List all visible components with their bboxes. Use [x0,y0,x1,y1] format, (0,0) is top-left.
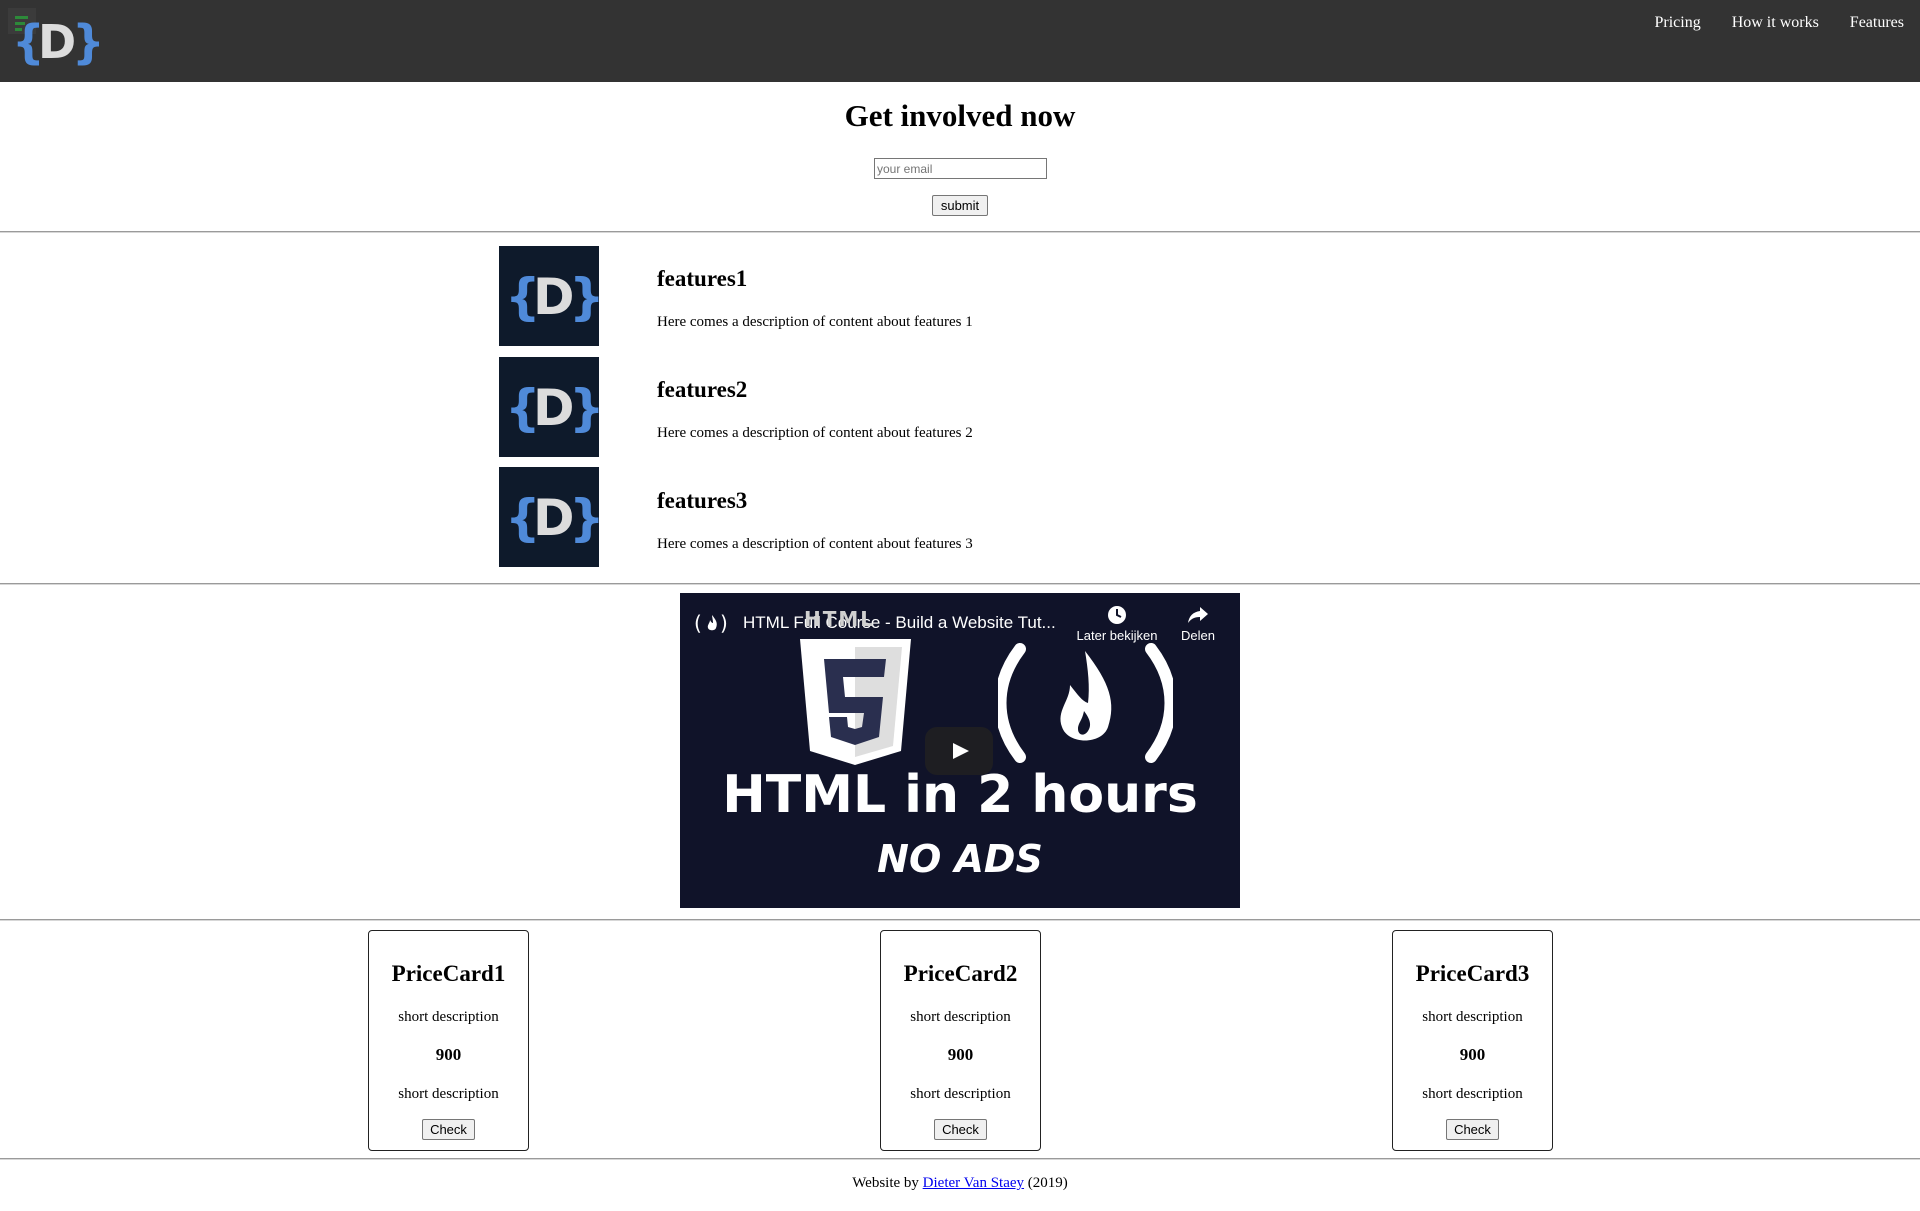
price-card-description: short description [398,1009,499,1025]
nav-how-it-works[interactable]: How it works [1732,14,1819,32]
price-card-title: PriceCard2 [903,961,1018,986]
thumb-label: HTML [804,607,876,631]
divider [0,919,1920,921]
nav-pricing[interactable]: Pricing [1654,14,1700,32]
email-input[interactable] [874,158,1047,179]
freecodecamp-large-icon [998,643,1173,763]
feature-image: { D } [499,246,605,346]
thumb-subline: NO ADS [877,837,1043,881]
share-label: Delen [1181,628,1215,643]
site-logo[interactable]: { D } [8,6,105,70]
logo-icon: { D } [505,268,605,326]
logo-icon: { D } [8,8,105,69]
site-header: { D } Pricing How it works Features [0,0,1920,82]
video-player[interactable]: ( ) HTML Full Course - Build a Website T… [680,593,1240,908]
video-title[interactable]: HTML Full Course - Build a Website Tut..… [743,613,1056,633]
divider [0,583,1920,585]
site-footer: Website by Dieter Van Staey (2019) [0,1175,1920,1192]
check-button[interactable]: Check [422,1119,475,1140]
price-card-description: short description [1422,1009,1523,1025]
feature-title: features1 [657,266,748,291]
thumb-headline: HTML in 2 hours [722,765,1198,825]
html5-shield-icon [800,639,911,765]
svg-text:}: } [569,489,599,547]
price-card-title: PriceCard1 [391,961,506,986]
submit-button[interactable]: submit [932,195,988,216]
feature-image: { D } [499,467,605,567]
price-card-title: PriceCard3 [1415,961,1530,986]
feature-description: Here comes a description of content abou… [657,314,973,330]
price-card: PriceCard1 short description 900 short d… [368,930,529,1151]
price-card-description: short description [398,1086,499,1102]
feature-description: Here comes a description of content abou… [657,425,973,441]
feature-title: features3 [657,488,748,513]
price-card-description: short description [1422,1086,1523,1102]
freecodecamp-icon: ( ) [694,611,728,635]
nav-features[interactable]: Features [1850,14,1904,32]
svg-text:}: } [569,268,599,326]
price-card-description: short description [910,1009,1011,1025]
price-card-price: 900 [1459,1045,1486,1064]
price-card: PriceCard2 short description 900 short d… [880,930,1041,1151]
svg-text:}: } [72,15,102,69]
check-button[interactable]: Check [934,1119,987,1140]
svg-text:}: } [569,379,599,437]
price-card-price: 900 [947,1045,974,1064]
price-card-description: short description [910,1086,1011,1102]
hero-title: Get involved now [844,98,1076,133]
feature-description: Here comes a description of content abou… [657,536,973,552]
share-icon [1188,607,1208,623]
author-link[interactable]: Dieter Van Staey [923,1175,1024,1191]
logo-icon: { D } [505,489,605,547]
svg-text:D: D [38,15,76,69]
price-card: PriceCard3 short description 900 short d… [1392,930,1553,1151]
svg-text:(: ( [694,611,702,635]
footer-year: (2019) [1024,1175,1068,1191]
divider [0,1158,1920,1160]
main-nav: Pricing How it works Features [1654,14,1904,32]
price-card-price: 900 [435,1045,462,1064]
logo-icon: { D } [505,379,605,437]
feature-title: features2 [657,377,748,402]
check-button[interactable]: Check [1446,1119,1499,1140]
share-button[interactable]: Delen [1168,605,1228,643]
footer-prefix: Website by [852,1175,923,1191]
feature-image: { D } [499,357,605,457]
clock-icon [1108,606,1126,624]
divider [0,231,1920,233]
watch-later-button[interactable]: Later bekijken [1072,605,1162,643]
svg-text:): ) [720,611,728,635]
